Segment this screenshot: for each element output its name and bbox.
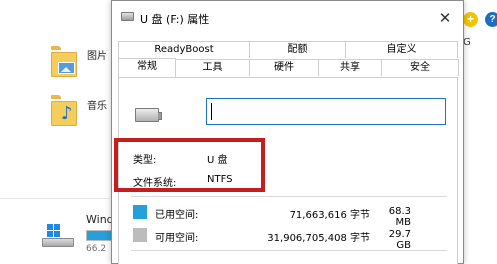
section-divider [0,198,110,199]
drive-size-label: 66.2 [86,244,107,254]
divider [131,250,447,251]
close-icon[interactable]: ✕ [430,6,460,30]
pictures-folder-icon[interactable] [51,46,77,78]
free-space-bytes: 31,906,705,408 字节 [267,233,370,244]
tab-customize[interactable]: 自定义 [345,41,458,58]
help-icon[interactable]: ? [485,12,497,27]
used-space-bytes: 71,663,616 字节 [289,210,370,221]
divider [131,196,447,197]
tab-tools[interactable]: 工具 [175,59,250,76]
music-folder-icon[interactable]: ♪ [51,95,77,127]
drive-large-icon [135,108,162,122]
used-space-human: 68.3 MB [388,206,411,228]
tab-hardware[interactable]: 硬件 [249,59,319,76]
usb-drive-icon [121,12,134,21]
used-space-label: 已用空间: [155,210,199,221]
folder-label-pictures[interactable]: 图片 [87,47,107,62]
text-caret [211,103,212,120]
properties-dialog: U 盘 (F:) 属性 ✕ ReadyBoost 配额 自定义 常规 工具 硬件… [111,0,464,264]
tab-quota[interactable]: 配额 [249,41,346,58]
folder-label-music[interactable]: 音乐 [87,97,107,112]
edge-text: G [463,37,471,48]
add-icon[interactable]: + [463,12,478,27]
dialog-titlebar[interactable]: U 盘 (F:) 属性 ✕ [112,1,463,35]
tab-sharing[interactable]: 共享 [318,59,382,76]
tab-general[interactable]: 常规 [118,58,176,77]
free-space-swatch [133,228,147,242]
used-space-swatch [133,205,147,219]
free-space-human: 29.7 GB [388,229,411,251]
red-highlight-box [114,138,265,192]
volume-name-input[interactable] [206,98,446,125]
tab-readyboost[interactable]: ReadyBoost [118,41,250,58]
windows-drive-icon[interactable] [42,224,76,250]
dialog-title: U 盘 (F:) 属性 [140,13,210,26]
drive-name-label[interactable]: Wind [86,213,114,226]
tab-security[interactable]: 安全 [381,59,459,76]
free-space-label: 可用空间: [155,233,199,244]
